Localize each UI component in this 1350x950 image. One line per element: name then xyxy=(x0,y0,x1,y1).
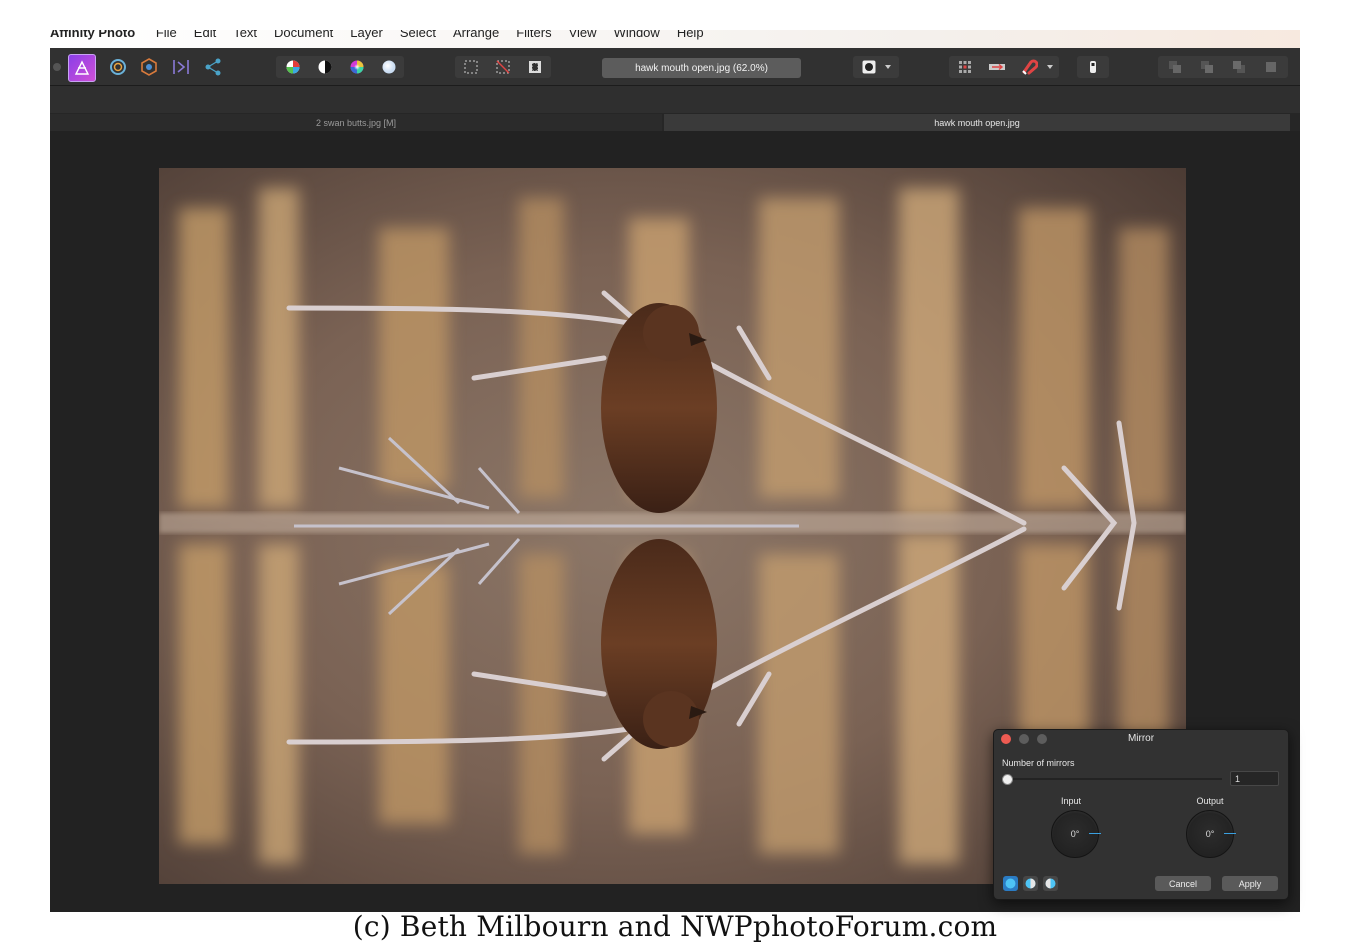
tab-hawk-mouth-open[interactable]: hawk mouth open.jpg xyxy=(664,114,1290,131)
apply-button[interactable]: Apply xyxy=(1222,876,1278,891)
context-toolbar xyxy=(50,86,1300,114)
move-to-back-icon[interactable] xyxy=(1162,54,1188,80)
menu-item-text[interactable]: Text xyxy=(233,30,257,40)
output-angle-value: 0° xyxy=(1205,829,1215,839)
marquee-select-icon[interactable] xyxy=(458,54,484,80)
quick-mask-icon[interactable] xyxy=(856,54,882,80)
copyright-watermark: (c) Beth Milbourn and NWPphotoForum.com xyxy=(352,910,998,943)
color-balance-icon[interactable] xyxy=(280,54,306,80)
main-toolbar: hawk mouth open.jpg (62.0%) xyxy=(50,48,1300,86)
mirror-mode-reverse-button[interactable] xyxy=(1043,876,1058,891)
menu-item-view[interactable]: View xyxy=(569,30,597,40)
tone-mapping-persona-icon[interactable] xyxy=(168,54,194,80)
deselect-icon[interactable] xyxy=(490,54,516,80)
snapping-magnet-icon[interactable] xyxy=(1016,54,1042,80)
menu-item-help[interactable]: Help xyxy=(677,30,704,40)
menu-app-name[interactable]: Affinity Photo xyxy=(50,30,135,40)
color-wheel-icon[interactable] xyxy=(344,54,370,80)
tab-swan-butts[interactable]: 2 swan butts.jpg [M] xyxy=(50,114,662,131)
menu-item-layer[interactable]: Layer xyxy=(350,30,383,40)
chevron-down-icon[interactable] xyxy=(880,54,896,80)
menu-item-edit[interactable]: Edit xyxy=(194,30,216,40)
input-dial-indicator xyxy=(1089,833,1101,834)
document-tab-bar: 2 swan butts.jpg [M] hawk mouth open.jpg xyxy=(50,113,1300,131)
mirror-mode-half-button[interactable] xyxy=(1023,876,1038,891)
cancel-button[interactable]: Cancel xyxy=(1155,876,1211,891)
mirrors-number-field[interactable]: 1 xyxy=(1230,771,1279,786)
move-to-front-icon[interactable] xyxy=(1258,54,1284,80)
contrast-icon[interactable] xyxy=(312,54,338,80)
input-angle-value: 0° xyxy=(1070,829,1080,839)
input-label: Input xyxy=(1060,796,1082,806)
output-angle-dial[interactable]: 0° xyxy=(1186,810,1236,858)
system-menu-bar: Affinity Photo File Edit Text Document Layer… xyxy=(50,30,1300,48)
grid-icon[interactable] xyxy=(952,54,978,80)
develop-persona-icon[interactable] xyxy=(136,54,162,80)
menu-item-document[interactable]: Document xyxy=(274,30,333,40)
input-angle-dial[interactable]: 0° xyxy=(1051,810,1101,858)
chevron-down-icon[interactable] xyxy=(1042,54,1058,80)
move-forward-one-icon[interactable] xyxy=(1226,54,1252,80)
menu-item-window[interactable]: Window xyxy=(614,30,660,40)
assistant-icon[interactable] xyxy=(1080,54,1106,80)
menu-items: Affinity Photo File Edit Text Document Layer… xyxy=(50,30,721,40)
dialog-title: Mirror xyxy=(1127,733,1155,744)
force-pixel-alignment-icon[interactable] xyxy=(984,54,1010,80)
mirrors-slider-track[interactable] xyxy=(1006,778,1222,780)
photo-persona-icon[interactable] xyxy=(68,54,96,82)
mirrors-slider-thumb[interactable] xyxy=(1002,774,1013,785)
white-balance-icon[interactable] xyxy=(376,54,402,80)
export-persona-icon[interactable] xyxy=(200,54,226,80)
mirror-dialog: Mirror Number of mirrors 1 Input 0° Outp… xyxy=(993,729,1289,900)
menu-item-filters[interactable]: Filters xyxy=(516,30,551,40)
liquify-persona-icon[interactable] xyxy=(105,54,131,80)
menu-item-arrange[interactable]: Arrange xyxy=(453,30,499,40)
menu-item-select[interactable]: Select xyxy=(400,30,436,40)
number-of-mirrors-label: Number of mirrors xyxy=(1002,758,1075,768)
output-dial-indicator xyxy=(1224,833,1236,834)
document-title-field[interactable]: hawk mouth open.jpg (62.0%) xyxy=(602,58,801,78)
mirror-mode-full-button[interactable] xyxy=(1003,876,1018,891)
output-label: Output xyxy=(1196,796,1224,806)
invert-selection-icon[interactable] xyxy=(522,54,548,80)
menu-item-file[interactable]: File xyxy=(156,30,177,40)
window-edge-dot-icon xyxy=(44,54,70,80)
move-back-one-icon[interactable] xyxy=(1194,54,1220,80)
